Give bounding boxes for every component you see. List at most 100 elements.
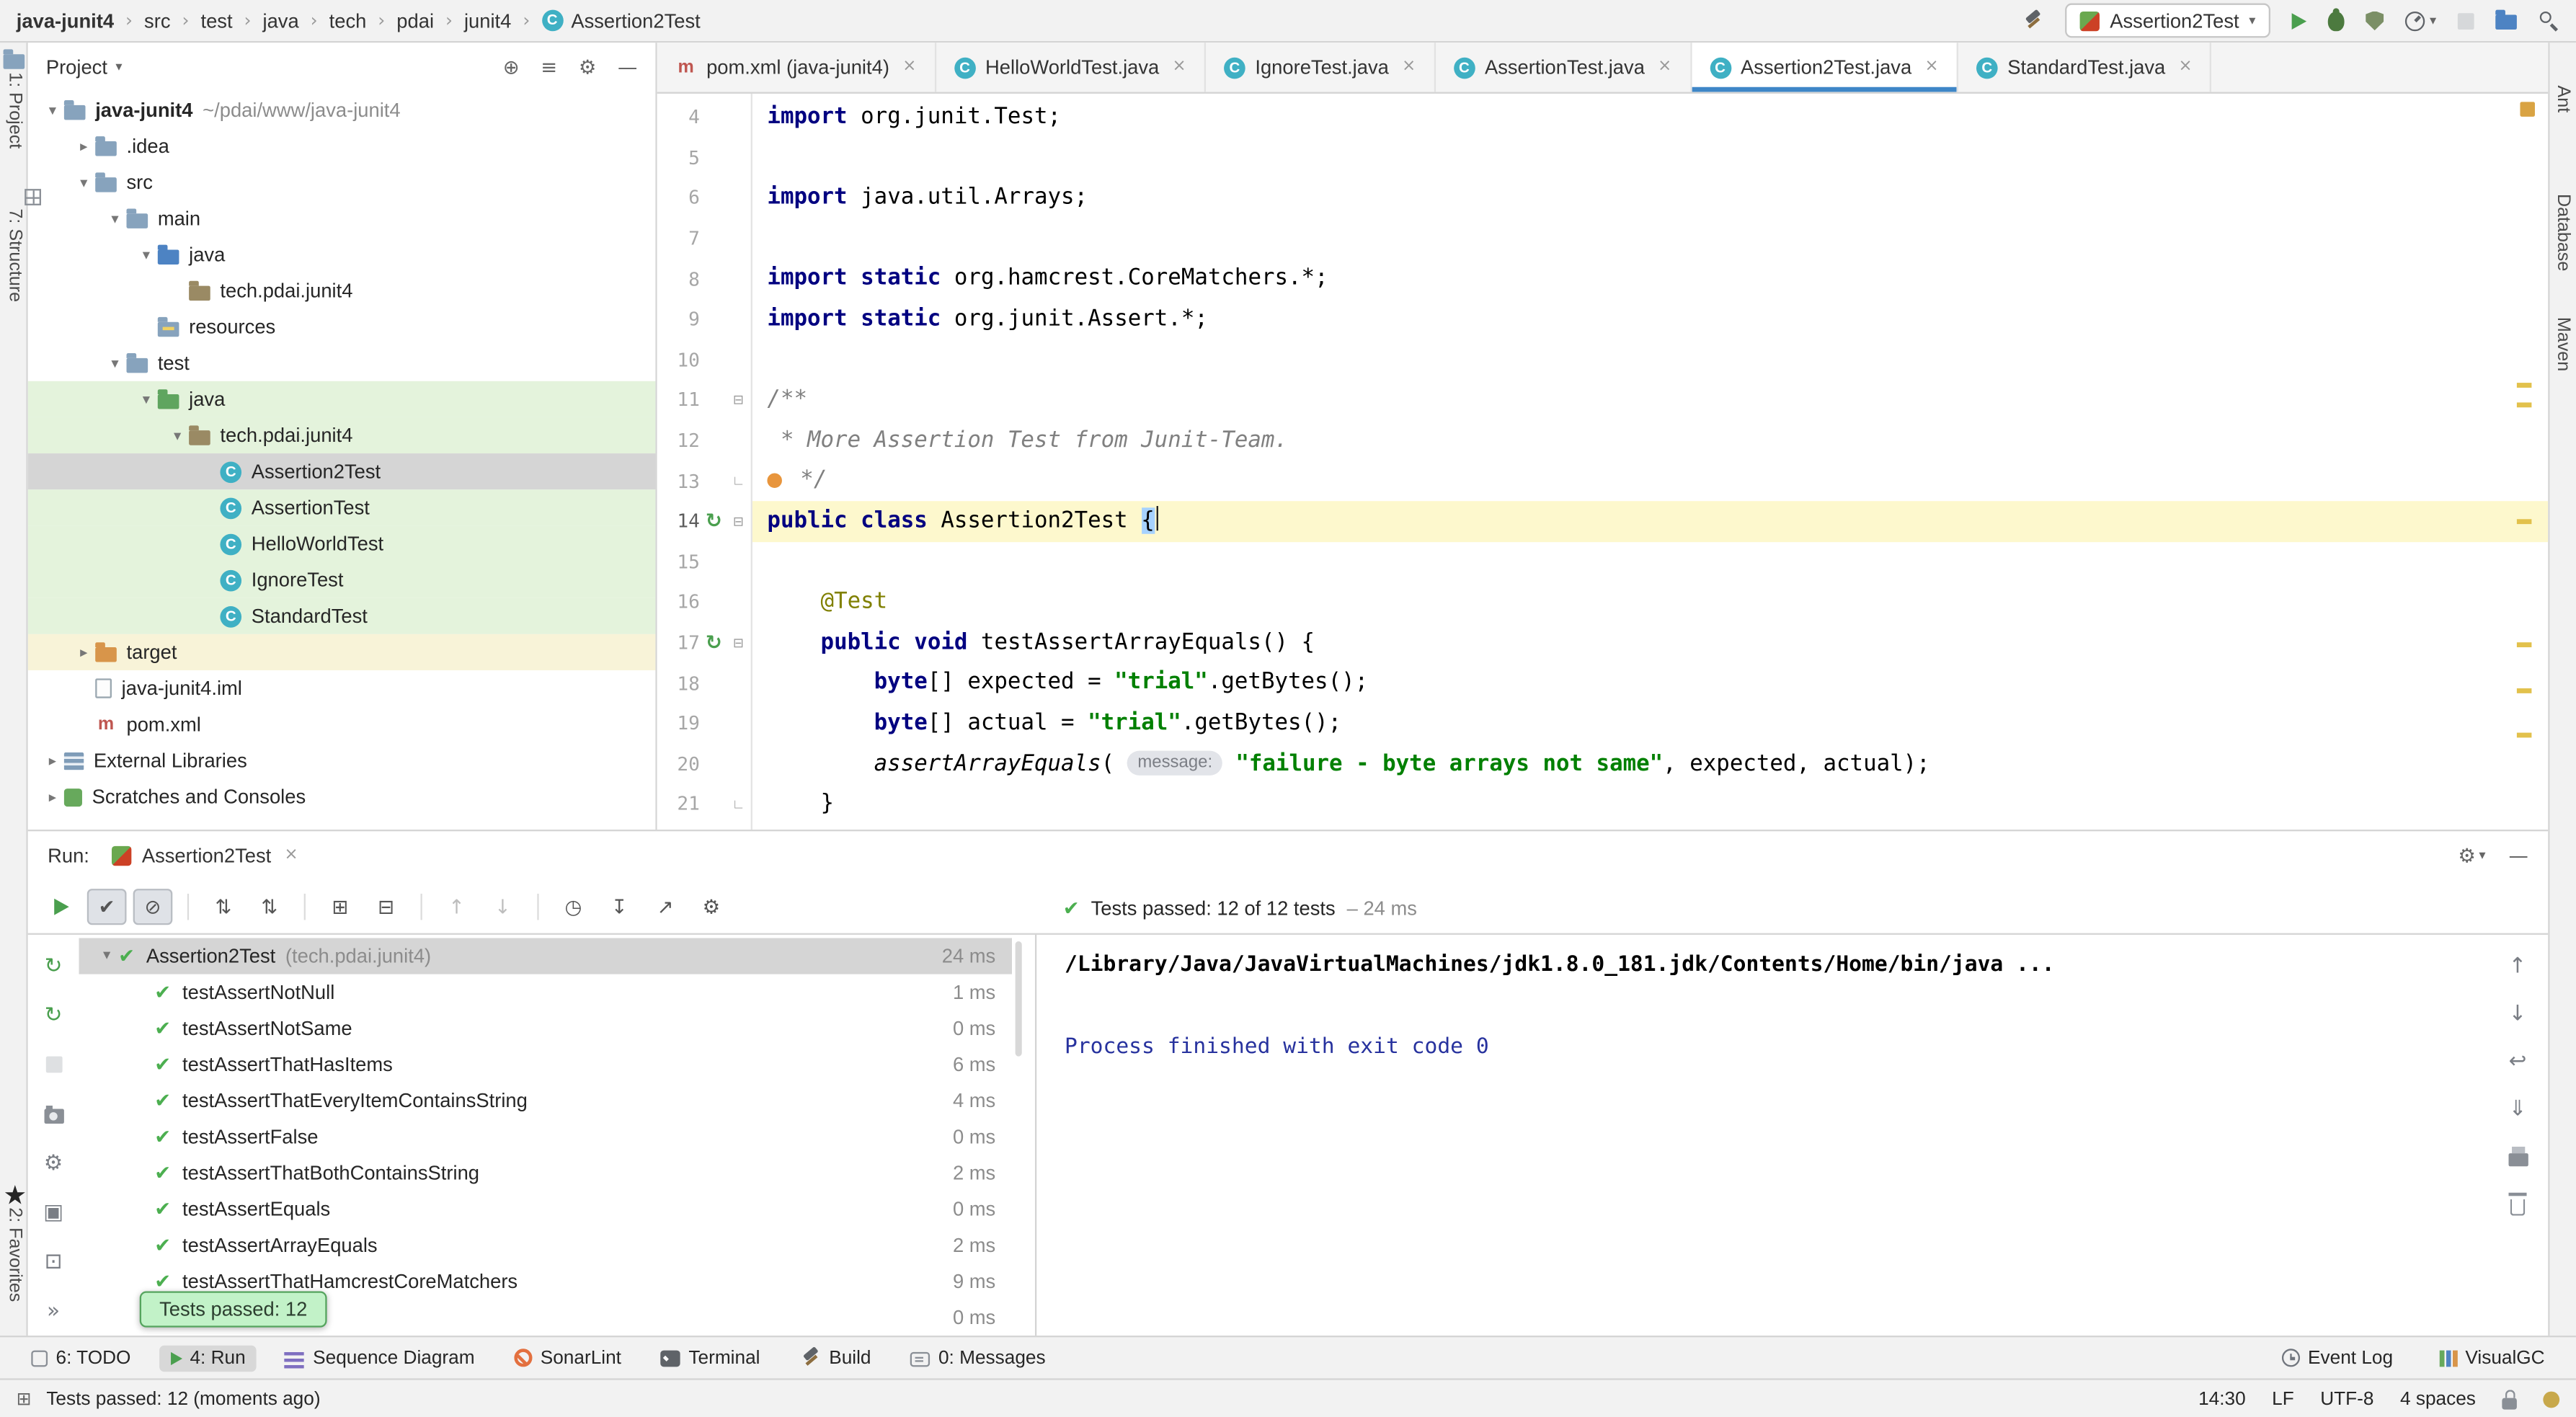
test-row[interactable]: ✔testAssertNotNull1 ms xyxy=(79,974,1012,1010)
tree-expand-icon[interactable]: ▸ xyxy=(41,788,64,806)
tool-window-ant[interactable]: Ant xyxy=(2553,86,2572,113)
view-menu-icon[interactable]: ≡ xyxy=(541,58,557,77)
tree-item[interactable]: ▾src xyxy=(28,164,656,200)
tree-expand-icon[interactable]: ▾ xyxy=(95,949,118,964)
fold-marker[interactable]: ∟ xyxy=(728,796,750,812)
tree-item[interactable]: ▸.idea xyxy=(28,128,656,164)
tree-item[interactable]: ▸target xyxy=(28,634,656,670)
tree-item[interactable]: tech.pdai.junit4 xyxy=(28,272,656,308)
tree-expand-icon[interactable]: ▾ xyxy=(41,101,64,119)
tool-window-messages[interactable]: 0: Messages xyxy=(899,1345,1057,1371)
close-tab-icon[interactable]: × xyxy=(1172,59,1186,76)
tool-window-run[interactable]: 4: Run xyxy=(159,1345,257,1371)
tree-expand-icon[interactable]: ▾ xyxy=(135,246,158,264)
tree-item[interactable]: ▾java xyxy=(28,381,656,417)
next-occurrence-button[interactable]: ↓ xyxy=(483,889,523,925)
tree-item[interactable]: ▾test xyxy=(28,345,656,381)
tree-expand-icon[interactable]: ▾ xyxy=(104,210,127,228)
test-row[interactable]: ✔testAssertEquals0 ms xyxy=(79,1191,1012,1227)
run-button[interactable] xyxy=(2292,12,2307,29)
tool-window-maven[interactable]: Maven xyxy=(2553,317,2572,371)
read-only-toggle[interactable] xyxy=(2502,1389,2517,1408)
inspection-status-icon[interactable] xyxy=(2520,102,2535,117)
tool-window-event-log[interactable]: Event Log xyxy=(2270,1345,2404,1371)
run-panel-settings-icon[interactable]: ⚙▾ xyxy=(2458,846,2485,866)
breadcrumb-item[interactable]: java-junit4 xyxy=(17,9,114,32)
breadcrumb-item[interactable]: junit4 xyxy=(464,9,511,32)
fold-marker[interactable]: ⊟ xyxy=(728,514,750,529)
console-settings-button[interactable]: ⚙ xyxy=(39,1148,68,1178)
tool-window-build[interactable]: Build xyxy=(788,1343,882,1372)
project-folder-button[interactable] xyxy=(2495,12,2517,30)
caret-position[interactable]: 14:30 xyxy=(2198,1389,2246,1408)
tree-expand-icon[interactable]: ▾ xyxy=(135,390,158,408)
test-root-row[interactable]: ▾✔Assertion2Test(tech.pdai.junit4)24 ms xyxy=(79,938,1012,974)
fold-marker[interactable]: ∟ xyxy=(728,474,750,489)
test-row[interactable]: ✔testAssertThatBothContainsString2 ms xyxy=(79,1155,1012,1191)
tree-item[interactable]: ▾tech.pdai.junit4 xyxy=(28,417,656,453)
profiler-button[interactable]: ▾ xyxy=(2405,11,2436,30)
run-test-icon[interactable]: ↻ xyxy=(706,510,722,533)
tool-window-favorites-icon[interactable]: ★ xyxy=(4,1183,27,1209)
test-row[interactable]: ✔testAssertThatHasItems6 ms xyxy=(79,1047,1012,1083)
test-row[interactable]: ✔testAssertFalse0 ms xyxy=(79,1119,1012,1155)
warning-stripe-mark[interactable] xyxy=(2517,383,2532,388)
more-options-button[interactable]: » xyxy=(39,1296,68,1325)
test-row[interactable]: ✔testAssertThatEveryItemContainsString4 … xyxy=(79,1083,1012,1119)
scroll-to-end-button[interactable]: ⇓ xyxy=(2503,1094,2533,1124)
editor-tab[interactable]: CHelloWorldTest.java× xyxy=(936,43,1206,92)
file-encoding[interactable]: UTF-8 xyxy=(2320,1389,2373,1408)
scrollbar-thumb[interactable] xyxy=(1016,941,1022,1057)
test-row[interactable]: ✔testAssertNotSame0 ms xyxy=(79,1010,1012,1047)
tree-item[interactable]: CAssertion2Test xyxy=(28,453,656,489)
tree-item[interactable]: ▾main xyxy=(28,200,656,236)
tree-item[interactable]: CIgnoreTest xyxy=(28,562,656,598)
warning-stripe-mark[interactable] xyxy=(2517,642,2532,647)
tool-window-favorites[interactable]: 2: Favorites xyxy=(5,1207,25,1302)
close-tab-icon[interactable]: × xyxy=(1924,59,1938,76)
hide-panel-icon[interactable]: — xyxy=(2508,846,2528,866)
tree-item[interactable]: CStandardTest xyxy=(28,598,656,634)
import-test-results-button[interactable]: ↧ xyxy=(600,889,639,925)
debug-button[interactable] xyxy=(2328,10,2345,32)
select-opened-file-icon[interactable]: ⊕ xyxy=(503,58,520,77)
warning-stripe-mark[interactable] xyxy=(2517,519,2532,524)
expand-all-button[interactable]: ⊞ xyxy=(320,889,360,925)
tool-window-todo[interactable]: 6: TODO xyxy=(19,1345,142,1371)
tree-item[interactable]: ▾java xyxy=(28,236,656,272)
close-tab-icon[interactable]: × xyxy=(1658,59,1671,76)
rerun-button[interactable]: ↻ xyxy=(39,951,68,981)
tool-window-structure-icon[interactable] xyxy=(25,189,41,205)
editor-tab[interactable]: CIgnoreTest.java× xyxy=(1206,43,1436,92)
search-everywhere-button[interactable] xyxy=(2539,10,2560,32)
tool-window-structure[interactable]: 7: Structure xyxy=(5,208,25,302)
tree-expand-icon[interactable]: ▾ xyxy=(166,426,189,444)
close-tab-icon[interactable]: × xyxy=(2178,59,2192,76)
sort-by-duration-button[interactable]: ⇅ xyxy=(249,889,289,925)
close-tab-icon[interactable]: × xyxy=(284,848,298,864)
console-output[interactable]: /Library/Java/JavaVirtualMachines/jdk1.8… xyxy=(1036,935,2487,1336)
dump-threads-button[interactable] xyxy=(39,1099,68,1129)
tree-item[interactable]: java-junit4.iml xyxy=(28,670,656,706)
tool-window-visualgc[interactable]: VisualGC xyxy=(2428,1345,2557,1371)
editor-tab[interactable]: mpom.xml (java-junit4)× xyxy=(657,43,936,92)
close-tab-icon[interactable]: × xyxy=(1402,59,1416,76)
down-stack-trace-button[interactable]: ↓ xyxy=(2503,999,2533,1029)
tool-window-project[interactable]: 1: Project xyxy=(5,72,25,148)
tree-item[interactable]: ▸Scratches and Consoles xyxy=(28,778,656,814)
project-panel-selector[interactable]: Project ▾ xyxy=(46,55,123,79)
collapse-all-button[interactable]: ⊟ xyxy=(366,889,406,925)
stop-button[interactable] xyxy=(39,1049,68,1079)
tree-item[interactable]: resources xyxy=(28,309,656,345)
tool-window-database[interactable]: Database xyxy=(2553,194,2572,271)
tree-expand-icon[interactable]: ▸ xyxy=(72,643,95,661)
sort-alphabetically-button[interactable]: ⇅ xyxy=(204,889,244,925)
tree-expand-icon[interactable]: ▸ xyxy=(41,752,64,770)
run-settings-button[interactable]: ⚙ xyxy=(692,889,732,925)
tree-item[interactable]: ▾java-junit4~/pdai/www/java-junit4 xyxy=(28,92,656,128)
breadcrumb-item[interactable]: src xyxy=(144,9,170,32)
rerun-button[interactable] xyxy=(41,889,81,925)
breadcrumb-item[interactable]: tech xyxy=(329,9,367,32)
tool-window-switcher-icon[interactable]: ⊞ xyxy=(17,1390,32,1408)
hide-panel-icon[interactable]: — xyxy=(618,58,637,77)
